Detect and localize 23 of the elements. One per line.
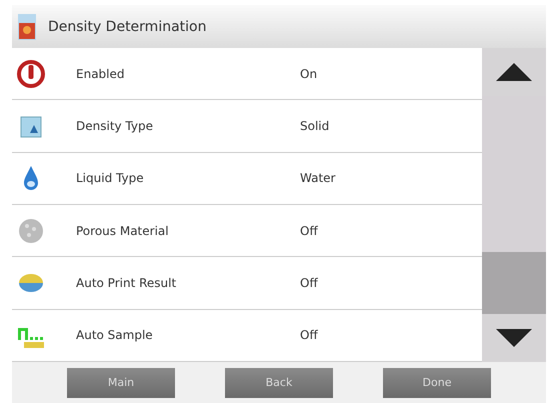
setting-label: Enabled	[76, 66, 126, 81]
setting-row[interactable]: Density Type Solid	[12, 100, 482, 153]
setting-row[interactable]: Porous Material Off	[12, 204, 482, 258]
setting-row[interactable]: Enabled On	[12, 48, 482, 100]
setting-label: Porous Material	[76, 224, 170, 238]
up-arrow-icon	[496, 63, 532, 81]
scrollbar-thumb[interactable]	[482, 252, 546, 314]
setting-label: Auto Sample	[76, 328, 154, 342]
setting-value: Off	[300, 328, 318, 342]
setting-value: On	[300, 66, 318, 81]
setting-label: Auto Print Result	[76, 276, 178, 290]
setting-value: Off	[300, 276, 318, 290]
setting-row[interactable]: Auto Print Result Off	[12, 257, 482, 310]
window-title: Density Determination	[48, 18, 206, 34]
setting-value: Water	[300, 171, 336, 186]
power-icon	[16, 58, 46, 89]
setting-value: Off	[300, 224, 318, 238]
down-arrow-icon	[496, 329, 532, 347]
density-app-icon	[16, 12, 38, 40]
setting-row[interactable]: Liquid Type Water	[12, 152, 482, 205]
setting-label: Liquid Type	[76, 171, 145, 186]
setting-label: Density Type	[76, 118, 154, 133]
setting-value: Solid	[300, 118, 330, 133]
